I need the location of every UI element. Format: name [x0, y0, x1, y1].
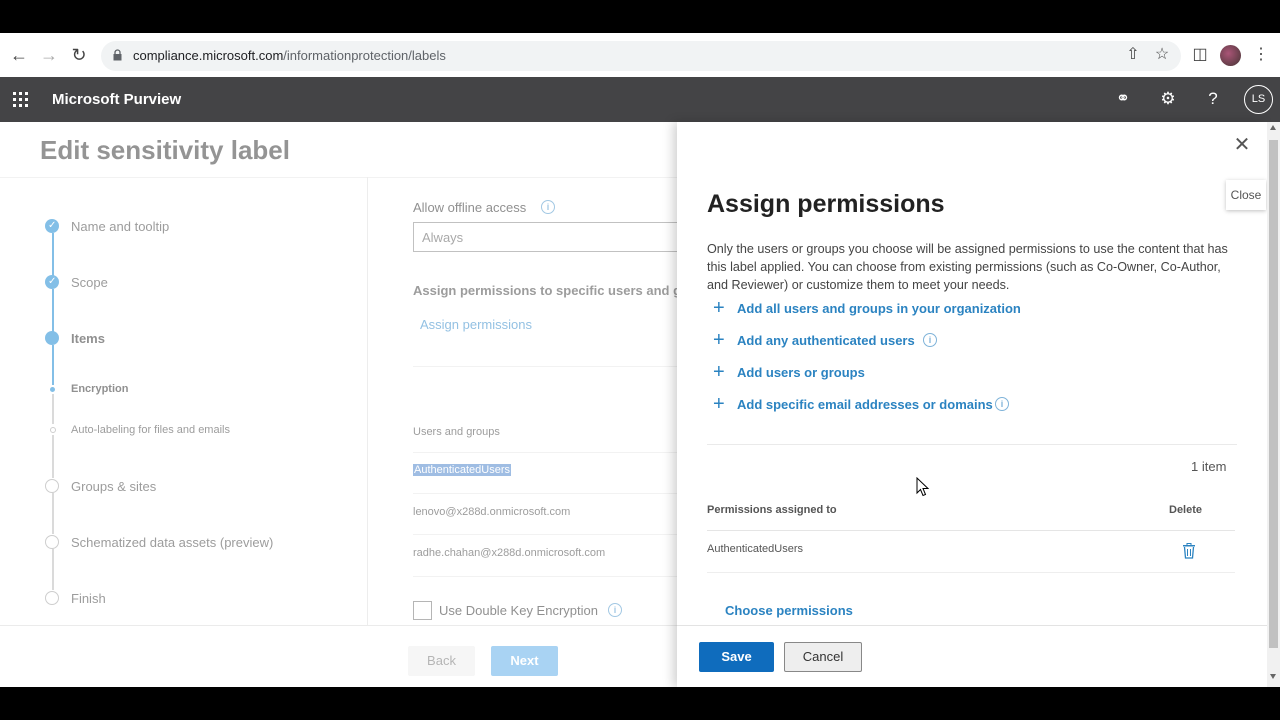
delete-column-header: Delete [1169, 504, 1203, 516]
add-option-label: Add any authenticated users [737, 333, 915, 348]
scroll-up-arrow-icon[interactable] [1270, 125, 1276, 130]
url-text: compliance.microsoft.com/informationprot… [133, 48, 446, 63]
info-icon[interactable]: i [923, 333, 937, 347]
save-button[interactable]: Save [699, 642, 774, 672]
bookmark-star-icon[interactable]: ☆ [1152, 45, 1172, 65]
plus-icon: + [713, 329, 725, 351]
profile-avatar[interactable] [1220, 45, 1241, 66]
item-count: 1 item [1191, 459, 1227, 474]
assign-permissions-panel: ✕ Assign permissions Only the users or g… [677, 122, 1267, 687]
scrollbar-thumb[interactable] [1269, 140, 1278, 648]
side-panel-icon[interactable]: ◫ [1190, 45, 1210, 65]
divider [707, 572, 1235, 573]
permissions-column-header: Permissions assigned to [707, 504, 837, 516]
table-row: AuthenticatedUsers [707, 543, 803, 555]
dim-overlay [0, 122, 677, 687]
cancel-button[interactable]: Cancel [784, 642, 862, 672]
divider [707, 530, 1235, 531]
add-option-label: Add all users and groups in your organiz… [737, 301, 1021, 316]
panel-title: Assign permissions [707, 190, 945, 218]
close-tooltip: Close [1226, 180, 1266, 210]
url-path: /informationprotection/labels [283, 48, 446, 63]
browser-toolbar: ← → ↻ compliance.microsoft.com/informati… [0, 33, 1280, 77]
user-avatar[interactable]: LS [1244, 85, 1273, 114]
panel-description: Only the users or groups you choose will… [707, 242, 1228, 292]
url-domain: compliance.microsoft.com [133, 48, 284, 63]
plus-icon: + [713, 361, 725, 383]
divider [707, 444, 1237, 445]
settings-gear-icon[interactable]: ⚙ [1157, 88, 1179, 110]
trash-icon[interactable] [1182, 543, 1196, 559]
lock-icon [113, 49, 122, 61]
back-arrow-icon[interactable]: ← [9, 45, 29, 65]
info-icon[interactable]: i [995, 397, 1009, 411]
mouse-cursor-icon [916, 477, 930, 497]
plus-icon: + [713, 393, 725, 415]
add-option-label: Add specific email addresses or domains [737, 397, 993, 412]
app-launcher-icon[interactable] [13, 92, 29, 108]
plus-icon: + [713, 297, 725, 319]
app-header: Microsoft Purview ⚭ ⚙ ? LS [0, 77, 1280, 122]
reload-icon[interactable]: ↻ [69, 45, 89, 65]
share-icon[interactable]: ⇧ [1123, 45, 1143, 65]
help-icon[interactable]: ? [1202, 88, 1224, 110]
scroll-down-arrow-icon[interactable] [1270, 674, 1276, 679]
app-title[interactable]: Microsoft Purview [52, 91, 181, 108]
more-menu-icon[interactable]: ⋮ [1251, 45, 1271, 65]
connections-icon[interactable]: ⚭ [1112, 88, 1134, 110]
address-bar[interactable]: compliance.microsoft.com/informationprot… [101, 41, 1181, 71]
screen: ← → ↻ compliance.microsoft.com/informati… [0, 0, 1280, 720]
scrollbar[interactable] [1267, 122, 1280, 687]
choose-permissions-link[interactable]: Choose permissions [725, 603, 853, 618]
forward-arrow-icon[interactable]: → [39, 45, 59, 65]
close-icon[interactable]: ✕ [1233, 135, 1251, 155]
top-black-bar [0, 0, 1280, 33]
add-option-label: Add users or groups [737, 365, 865, 380]
panel-footer: Save Cancel [677, 625, 1267, 687]
